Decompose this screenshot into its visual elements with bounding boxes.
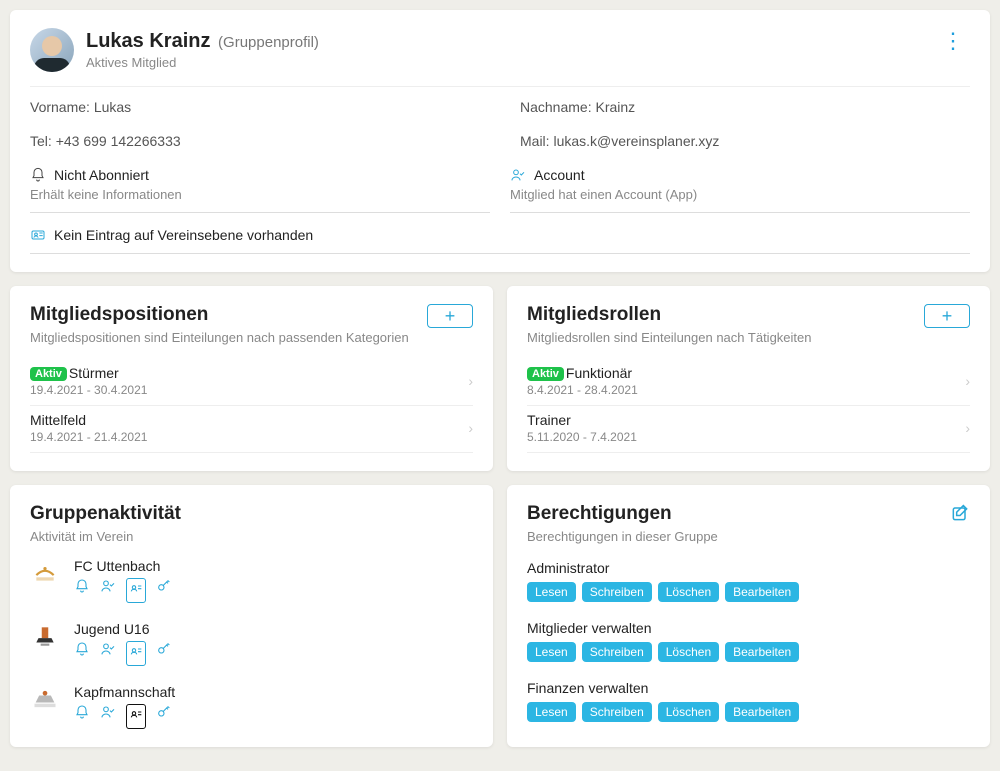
key-icon[interactable]	[156, 704, 172, 729]
person-check-icon[interactable]	[100, 641, 116, 666]
profile-card: Lukas Krainz (Gruppenprofil) Aktives Mit…	[10, 10, 990, 272]
permissions-title: Berechtigungen	[527, 503, 718, 525]
roles-list: AktivFunktionär 8.4.2021 - 28.4.2021 › T…	[527, 359, 970, 453]
permission-row: Finanzen verwalten Lesen Schreiben Lösch…	[527, 680, 970, 722]
aktiv-badge: Aktiv	[527, 367, 564, 381]
bell-icon[interactable]	[74, 641, 90, 666]
divider	[30, 86, 970, 87]
activity-icons	[74, 641, 172, 666]
no-club-entry-row: Kein Eintrag auf Vereinsebene vorhanden	[30, 217, 970, 254]
roles-card: Mitgliedsrollen Mitgliedsrollen sind Ein…	[507, 286, 990, 471]
field-mail: Mail: lukas.k@vereinsplaner.xyz	[520, 133, 970, 149]
more-menu-icon[interactable]: ⋮	[936, 28, 970, 54]
profile-status: Aktives Mitglied	[86, 55, 319, 70]
profile-name-line: Lukas Krainz (Gruppenprofil)	[86, 30, 319, 53]
permission-tag: Schreiben	[582, 582, 652, 602]
positions-list: AktivStürmer 19.4.2021 - 30.4.2021 › Mit…	[30, 359, 473, 453]
chevron-right-icon: ›	[468, 420, 473, 436]
permissions-subtitle: Berechtigungen in dieser Gruppe	[527, 529, 718, 544]
id-card-icon[interactable]	[126, 704, 146, 729]
permission-tag: Schreiben	[582, 702, 652, 722]
avatar	[30, 28, 74, 72]
person-check-icon[interactable]	[100, 704, 116, 729]
activity-item: Jugend U16	[30, 621, 473, 666]
chevron-right-icon: ›	[965, 373, 970, 389]
activity-title: Gruppenaktivität	[30, 503, 181, 525]
id-card-icon[interactable]	[126, 641, 146, 666]
permission-tag: Schreiben	[582, 642, 652, 662]
activity-card: Gruppenaktivität Aktivität im Verein FC …	[10, 485, 493, 747]
permission-tag: Lesen	[527, 582, 576, 602]
person-check-icon	[510, 167, 526, 183]
id-card-icon[interactable]	[126, 578, 146, 603]
club-logo	[30, 684, 60, 714]
person-check-icon[interactable]	[100, 578, 116, 603]
list-item[interactable]: AktivStürmer 19.4.2021 - 30.4.2021 ›	[30, 359, 473, 406]
permission-row: Mitglieder verwalten Lesen Schreiben Lös…	[527, 620, 970, 662]
activity-item: FC Uttenbach	[30, 558, 473, 603]
activity-icons	[74, 578, 172, 603]
activity-subtitle: Aktivität im Verein	[30, 529, 181, 544]
activity-item: Kapfmannschaft	[30, 684, 473, 729]
account-cell: Account Mitglied hat einen Account (App)	[510, 165, 970, 213]
permission-tag: Bearbeiten	[725, 582, 799, 602]
bell-icon[interactable]	[74, 704, 90, 729]
profile-name-suffix: (Gruppenprofil)	[218, 34, 319, 51]
aktiv-badge: Aktiv	[30, 367, 67, 381]
permissions-card: Berechtigungen Berechtigungen in dieser …	[507, 485, 990, 747]
activity-icons	[74, 704, 175, 729]
permission-tag: Lesen	[527, 642, 576, 662]
permission-row: Administrator Lesen Schreiben Löschen Be…	[527, 560, 970, 602]
bell-icon[interactable]	[74, 578, 90, 603]
permission-tag: Bearbeiten	[725, 702, 799, 722]
profile-name: Lukas Krainz	[86, 30, 210, 52]
roles-subtitle: Mitgliedsrollen sind Einteilungen nach T…	[527, 330, 812, 345]
permission-tag: Löschen	[658, 702, 719, 722]
bell-icon	[30, 167, 46, 183]
permissions-list: Administrator Lesen Schreiben Löschen Be…	[527, 560, 970, 722]
add-role-button[interactable]: +	[924, 304, 970, 328]
roles-title: Mitgliedsrollen	[527, 304, 812, 326]
chevron-right-icon: ›	[468, 373, 473, 389]
list-item[interactable]: AktivFunktionär 8.4.2021 - 28.4.2021 ›	[527, 359, 970, 406]
positions-card: Mitgliedspositionen Mitgliedspositionen …	[10, 286, 493, 471]
field-vorname: Vorname: Lukas	[30, 99, 480, 115]
id-card-icon	[30, 227, 46, 243]
permission-tag: Löschen	[658, 642, 719, 662]
key-icon[interactable]	[156, 641, 172, 666]
permission-tag: Löschen	[658, 582, 719, 602]
list-item[interactable]: Trainer 5.11.2020 - 7.4.2021 ›	[527, 406, 970, 453]
positions-title: Mitgliedspositionen	[30, 304, 409, 326]
permission-tag: Bearbeiten	[725, 642, 799, 662]
list-item[interactable]: Mittelfeld 19.4.2021 - 21.4.2021 ›	[30, 406, 473, 453]
add-position-button[interactable]: +	[427, 304, 473, 328]
permission-tag: Lesen	[527, 702, 576, 722]
subscription-cell: Nicht Abonniert Erhält keine Information…	[30, 165, 490, 213]
subscription-desc: Erhält keine Informationen	[30, 187, 490, 202]
chevron-right-icon: ›	[965, 420, 970, 436]
positions-subtitle: Mitgliedspositionen sind Einteilungen na…	[30, 330, 409, 345]
edit-permissions-button[interactable]	[950, 503, 970, 528]
field-tel: Tel: +43 699 142266333	[30, 133, 480, 149]
club-logo	[30, 558, 60, 588]
field-nachname: Nachname: Krainz	[520, 99, 970, 115]
club-logo	[30, 621, 60, 651]
key-icon[interactable]	[156, 578, 172, 603]
account-desc: Mitglied hat einen Account (App)	[510, 187, 970, 202]
